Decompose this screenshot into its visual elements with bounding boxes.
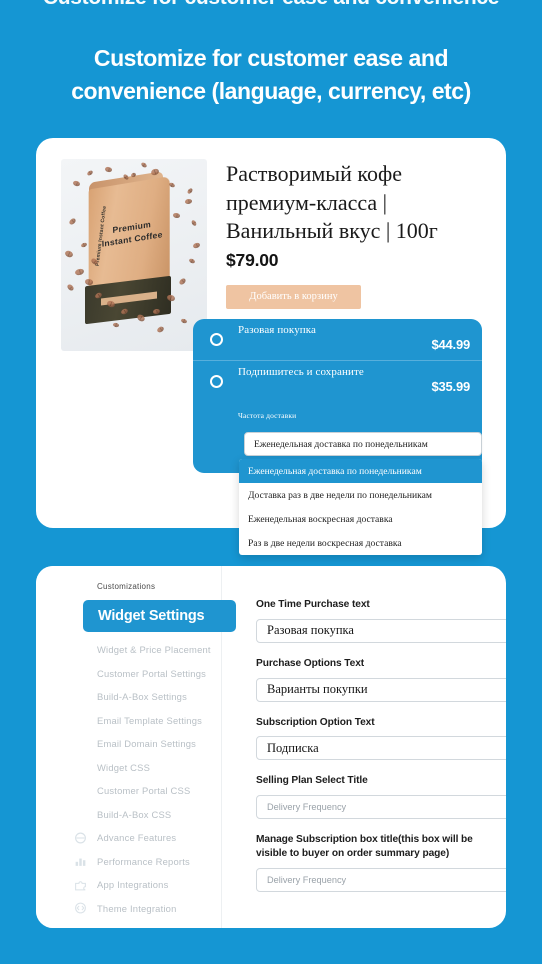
settings-sidebar: Customizations Widget Settings Widget & … — [36, 566, 236, 928]
sidebar-label: Build-A-Box CSS — [97, 808, 172, 820]
sidebar-label: Advance Features — [97, 832, 177, 844]
sidebar-label: App Integrations — [97, 879, 169, 891]
field-value: Разовая покупка — [267, 623, 354, 638]
sidebar-item-performance-reports[interactable]: Performance Reports — [36, 850, 222, 874]
sidebar-item-email-template-settings[interactable]: Email Template Settings — [36, 709, 222, 733]
coffee-bean-decoration — [186, 187, 194, 195]
sparkle-icon — [74, 831, 87, 844]
coffee-bean-decoration — [184, 198, 193, 205]
sidebar-item-customer-portal-settings[interactable]: Customer Portal Settings — [36, 662, 222, 686]
sidebar-label: Theme Integration — [97, 902, 177, 914]
sidebar-item-widget-price-placement[interactable]: Widget & Price Placement — [36, 638, 222, 662]
code-icon — [74, 902, 87, 915]
coffee-bean-decoration — [68, 217, 77, 226]
purchase-option-subscribe[interactable]: Подпишитесь и сохраните $35.99 — [193, 361, 482, 403]
dropdown-option-0[interactable]: Еженедельная доставка по понедельникам — [239, 459, 482, 483]
field-manage-subscription-box-title: Manage Subscription box title(this box w… — [256, 833, 506, 892]
field-purchase-options-text: Purchase Options Text Варианты покупки — [256, 657, 506, 702]
headline-line-2: convenience (language, currency, etc) — [71, 77, 471, 104]
sidebar-item-customer-portal-css[interactable]: Customer Portal CSS — [36, 779, 222, 803]
field-placeholder: Delivery Frequency — [267, 874, 347, 885]
sidebar-label: Customer Portal CSS — [97, 785, 191, 797]
coffee-bean-decoration — [188, 257, 196, 265]
sidebar-item-widget-css[interactable]: Widget CSS — [36, 756, 222, 780]
delivery-frequency-label: Частота доставки — [238, 411, 297, 420]
coffee-bean-decoration — [86, 169, 94, 177]
sidebar-label: Customer Portal Settings — [97, 667, 207, 679]
field-value: Подписка — [267, 740, 319, 755]
dropdown-option-1[interactable]: Доставка раз в две недели по понедельник… — [239, 483, 482, 507]
dropdown-option-3[interactable]: Раз в две недели воскресная доставка — [239, 531, 482, 555]
option-label-subscribe: Подпишитесь и сохраните — [238, 366, 364, 378]
coffee-bean-decoration — [192, 242, 201, 249]
selling-plan-select-title-input[interactable]: Delivery Frequency — [256, 795, 506, 820]
sidebar-item-widget-settings[interactable]: Widget Settings — [83, 600, 236, 632]
dropdown-option-2[interactable]: Еженедельная воскресная доставка — [239, 507, 482, 531]
product-image: Premium Instant Coffee Premium Instant C… — [61, 159, 207, 351]
manage-subscription-box-title-input[interactable]: Delivery Frequency — [256, 867, 506, 892]
field-label: Subscription Option Text — [256, 716, 375, 728]
sidebar-label: Widget CSS — [97, 761, 151, 773]
sidebar-label: Performance Reports — [97, 855, 190, 867]
purchase-options-text-input[interactable]: Варианты покупки — [256, 677, 506, 702]
headline-line-1: Customize for customer ease and — [93, 45, 449, 71]
sidebar-label: Widget & Price Placement — [97, 644, 211, 656]
coffee-bean-decoration — [190, 219, 198, 227]
puzzle-icon — [74, 878, 87, 891]
sidebar-label: Build-A-Box Settings — [97, 691, 187, 703]
option-price-one-time: $44.99 — [431, 337, 470, 352]
chart-icon — [74, 855, 87, 868]
coffee-bean-decoration — [64, 249, 74, 259]
settings-form: One Time Purchase text Разовая покупка P… — [222, 566, 506, 928]
radio-subscribe-and-save[interactable] — [210, 375, 223, 388]
one-time-purchase-text-input[interactable]: Разовая покупка — [256, 618, 506, 643]
sidebar-item-email-domain-settings[interactable]: Email Domain Settings — [36, 732, 222, 756]
delivery-frequency-select[interactable]: Еженедельная доставка по понедельникам — [244, 432, 482, 456]
delivery-frequency-dropdown[interactable]: Еженедельная доставка по понедельникам Д… — [239, 459, 482, 555]
sidebar-item-advance-features[interactable]: Advance Features — [36, 826, 222, 850]
field-placeholder: Delivery Frequency — [267, 802, 347, 813]
field-value: Варианты покупки — [267, 682, 368, 697]
radio-one-time-purchase[interactable] — [210, 333, 223, 346]
purchase-option-one-time[interactable]: Разовая покупка $44.99 — [193, 319, 482, 361]
sidebar-item-app-integrations[interactable]: App Integrations — [36, 873, 222, 897]
subscription-option-text-input[interactable]: Подписка — [256, 736, 506, 761]
field-label: Manage Subscription box title(this box w… — [256, 834, 473, 859]
product-price: $79.00 — [226, 249, 279, 270]
coffee-bean-decoration — [140, 161, 148, 169]
product-title: Растворимый кофе премиум-класса | Ваниль… — [226, 161, 438, 244]
top-cropped-headline: Customize for customer ease and convenie… — [0, 0, 542, 10]
sidebar-nav-list: Widget & Price Placement Customer Portal… — [36, 638, 222, 920]
coffee-bean-decoration — [104, 166, 113, 173]
sidebar-section-label: Customizations — [97, 582, 156, 591]
page-title: Customize for customer ease and convenie… — [0, 42, 542, 107]
product-info: Растворимый кофе премиум-класса | Ваниль… — [226, 160, 488, 309]
field-selling-plan-select-title: Selling Plan Select Title Delivery Frequ… — [256, 774, 506, 820]
add-to-cart-button[interactable]: Добавить в корзину — [226, 284, 361, 309]
field-label: Selling Plan Select Title — [256, 775, 368, 787]
field-label: Purchase Options Text — [256, 657, 365, 669]
coffee-bag-illustration: Premium Instant Coffee Premium Instant C… — [79, 171, 183, 329]
option-label-one-time: Разовая покупка — [238, 324, 317, 336]
sidebar-item-theme-integration[interactable]: Theme Integration — [36, 897, 222, 921]
sidebar-label: Email Domain Settings — [97, 738, 197, 750]
settings-card: Customizations Widget Settings Widget & … — [36, 566, 506, 928]
option-price-subscribe: $35.99 — [431, 379, 470, 394]
sidebar-item-build-a-box-settings[interactable]: Build-A-Box Settings — [36, 685, 222, 709]
sidebar-label: Email Template Settings — [97, 714, 202, 726]
sidebar-item-build-a-box-css[interactable]: Build-A-Box CSS — [36, 803, 222, 827]
coffee-bean-decoration — [66, 283, 75, 292]
field-subscription-option-text: Subscription Option Text Подписка — [256, 716, 506, 761]
field-one-time-purchase-text: One Time Purchase text Разовая покупка — [256, 598, 506, 643]
field-label: One Time Purchase text — [256, 599, 370, 610]
